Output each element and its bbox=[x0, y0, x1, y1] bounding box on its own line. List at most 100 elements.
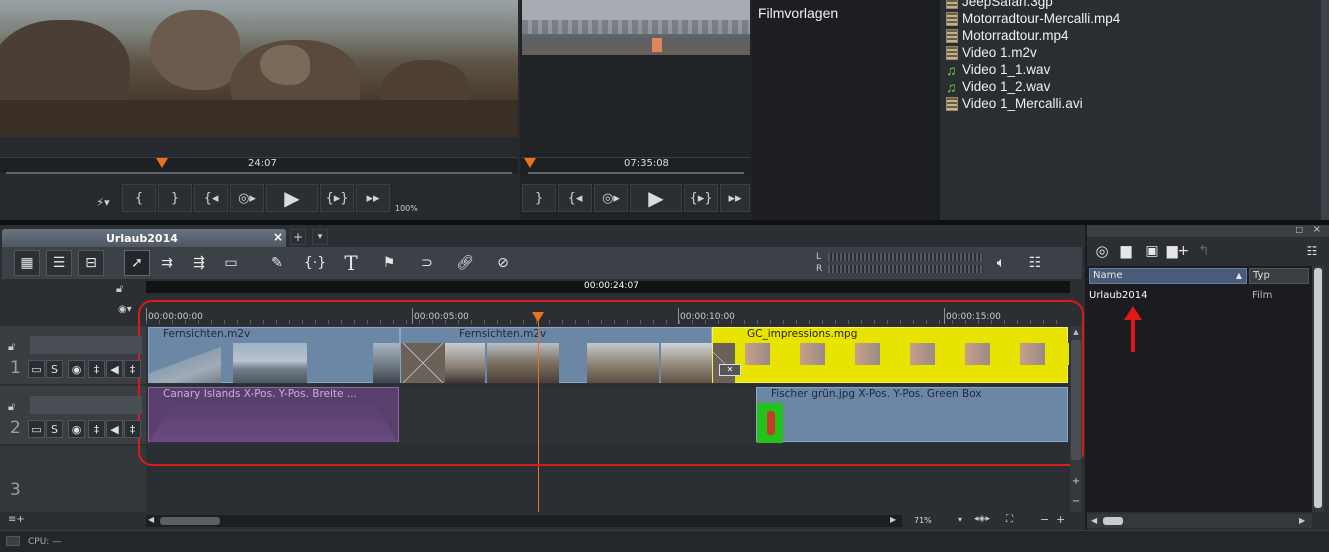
speaker-icon[interactable]: ◀ bbox=[106, 360, 123, 378]
link-icon[interactable]: 🔗︎ bbox=[452, 250, 478, 276]
view-options-icon[interactable]: ☷ bbox=[1299, 238, 1325, 264]
media-file-item[interactable]: ♫ Video 1_1.wav bbox=[946, 61, 1050, 78]
media-scrollbar[interactable] bbox=[1321, 0, 1329, 220]
row-name: Urlaub2014 bbox=[1089, 290, 1148, 301]
column-name-label: Name bbox=[1093, 270, 1123, 281]
add-track-icon[interactable]: ≡+ bbox=[8, 514, 25, 525]
r-prev-marker-button[interactable]: {◂ bbox=[558, 184, 592, 212]
r-mark-out-button[interactable]: } bbox=[522, 184, 556, 212]
zoom-out-icon[interactable]: − bbox=[1040, 513, 1049, 526]
pointer-icon[interactable]: ➚ bbox=[124, 250, 150, 276]
close-panel-icon[interactable]: × bbox=[1313, 224, 1321, 235]
media-file-item[interactable]: JeepSafari.3gp bbox=[946, 0, 1053, 10]
flag-icon[interactable]: ⚑ bbox=[376, 250, 402, 276]
zoom-in-icon[interactable]: + bbox=[1056, 513, 1065, 526]
manager-titlebar: □ × bbox=[1087, 224, 1329, 237]
volume-slider-icon[interactable]: ‡ bbox=[124, 360, 141, 378]
mode-button[interactable]: ⚡▾ bbox=[88, 193, 118, 211]
track-toggle-button[interactable]: ▭ bbox=[28, 420, 45, 438]
zoom-all-icon[interactable]: ⛶ bbox=[1006, 514, 1013, 525]
lock-icon[interactable]: 🔓︎ bbox=[8, 400, 15, 414]
table-row[interactable]: Urlaub2014 Film bbox=[1089, 290, 1309, 304]
range-icon[interactable]: ▭ bbox=[218, 250, 244, 276]
title-icon[interactable]: T bbox=[338, 250, 364, 276]
lock-icon[interactable]: 🔓︎ bbox=[8, 340, 15, 354]
add-icon[interactable]: ▆+ bbox=[1165, 238, 1191, 264]
eye-icon[interactable]: ◉ bbox=[68, 420, 85, 438]
right-preview-video[interactable] bbox=[522, 0, 750, 55]
volume-slider-icon[interactable]: ‡ bbox=[124, 420, 141, 438]
right-playhead-marker[interactable] bbox=[524, 158, 536, 168]
prev-marker-button[interactable]: {◂ bbox=[194, 184, 228, 212]
tab-menu-button[interactable]: ▾ bbox=[312, 229, 328, 245]
mark-out-button[interactable]: } bbox=[158, 184, 192, 212]
r-play-range-button[interactable]: {▸} bbox=[684, 184, 718, 212]
column-header-typ[interactable]: Typ bbox=[1249, 268, 1309, 284]
zoom-value[interactable]: 71% bbox=[914, 516, 932, 525]
mixer-icon[interactable]: ☷ bbox=[1022, 250, 1048, 276]
project-tab[interactable]: Urlaub2014 × bbox=[2, 229, 286, 247]
media-file-item[interactable]: Video 1_Mercalli.avi bbox=[946, 95, 1083, 112]
maximize-icon[interactable]: □ bbox=[1295, 225, 1303, 234]
loop-button[interactable]: ◎▸ bbox=[230, 184, 264, 212]
marker-range-icon[interactable]: {·} bbox=[302, 250, 328, 276]
multitrack-ripple-icon[interactable]: ⇶ bbox=[186, 250, 212, 276]
back-icon[interactable]: ↰ bbox=[1191, 238, 1217, 264]
save-icon[interactable]: ▣ bbox=[1139, 238, 1165, 264]
zoom-fit-icon[interactable]: ◂◈▸ bbox=[974, 514, 990, 524]
r-loop-button[interactable]: ◎▸ bbox=[594, 184, 628, 212]
timeline-toolbar: ▦ ☰ ⊟ ➚ ⇉ ⇶ ▭ ✎ {·} T ⚑ ⊃ 🔗︎ ⊘ LR 🔈︎ ☷ bbox=[2, 247, 1082, 279]
timeline-time-bar: 00:00:24:07 bbox=[146, 281, 1070, 293]
annotation-arrow bbox=[1124, 306, 1144, 352]
history-icon[interactable]: ◎ bbox=[1089, 238, 1115, 264]
list-view-icon[interactable]: ☰ bbox=[46, 250, 72, 276]
solo-button[interactable]: S bbox=[46, 420, 63, 438]
media-file-name: Motorradtour-Mercalli.mp4 bbox=[962, 11, 1121, 26]
left-zoom[interactable]: 100% bbox=[395, 204, 418, 213]
media-file-item[interactable]: ♫ Video 1_2.wav bbox=[946, 78, 1050, 95]
left-timecode: 24:07 bbox=[248, 158, 277, 169]
mark-in-button[interactable]: { bbox=[122, 184, 156, 212]
razor-icon[interactable]: ✎ bbox=[264, 250, 290, 276]
folder-filmvorlagen[interactable]: Filmvorlagen bbox=[758, 5, 838, 21]
timeline-view-icon[interactable]: ⊟ bbox=[78, 250, 104, 276]
unlink-icon[interactable]: ⊘ bbox=[490, 250, 516, 276]
timeline-horizontal-scrollbar[interactable]: ◀ ▶ bbox=[146, 515, 902, 527]
audio-meter: LR bbox=[816, 251, 986, 275]
left-playhead-marker[interactable] bbox=[156, 158, 168, 168]
timeline-vertical-scrollbar[interactable]: ▲ + − bbox=[1070, 326, 1082, 512]
r-next-marker-button[interactable]: ▸▸ bbox=[720, 184, 750, 212]
play-button[interactable]: ▶ bbox=[266, 184, 318, 212]
manager-scrollbar[interactable] bbox=[1312, 266, 1324, 512]
row-type: Film bbox=[1252, 290, 1273, 301]
solo-button[interactable]: S bbox=[46, 360, 63, 378]
loop-icon[interactable]: ⊃ bbox=[414, 250, 440, 276]
left-preview-video[interactable] bbox=[0, 0, 518, 137]
volume-icon[interactable]: 🔈︎ bbox=[988, 250, 1014, 276]
next-marker-button[interactable]: ▸▸ bbox=[356, 184, 390, 212]
lock-all-icon[interactable]: 🔓︎ bbox=[116, 282, 123, 296]
eye-icon[interactable]: ◉ bbox=[68, 360, 85, 378]
pan-icon[interactable]: ‡ bbox=[88, 420, 105, 438]
speaker-icon[interactable]: ◀ bbox=[106, 420, 123, 438]
add-tab-button[interactable]: + bbox=[290, 229, 306, 245]
media-file-item[interactable]: Video 1.m2v bbox=[946, 44, 1037, 61]
zoom-dropdown-icon[interactable]: ▾ bbox=[958, 515, 962, 524]
video-file-icon bbox=[946, 0, 958, 9]
column-header-name[interactable]: Name ▲ bbox=[1089, 268, 1247, 284]
r-play-button[interactable]: ▶ bbox=[630, 184, 682, 212]
media-file-item[interactable]: Motorradtour.mp4 bbox=[946, 27, 1069, 44]
visibility-all-icon[interactable]: ◉▾ bbox=[118, 304, 132, 315]
folder-icon[interactable]: ▆ bbox=[1113, 238, 1139, 264]
media-file-item[interactable]: Motorradtour-Mercalli.mp4 bbox=[946, 10, 1120, 27]
manager-h-scrollbar[interactable]: ◀ ▶ bbox=[1087, 514, 1312, 528]
close-icon[interactable]: × bbox=[273, 230, 283, 244]
track-toggle-button[interactable]: ▭ bbox=[28, 360, 45, 378]
pan-icon[interactable]: ‡ bbox=[88, 360, 105, 378]
track-name-field[interactable] bbox=[30, 336, 142, 354]
storyboard-icon[interactable]: ▦ bbox=[14, 250, 40, 276]
track-name-field[interactable] bbox=[30, 396, 142, 414]
ripple-icon[interactable]: ⇉ bbox=[154, 250, 180, 276]
media-file-name: Video 1_2.wav bbox=[962, 79, 1051, 94]
play-range-button[interactable]: {▸} bbox=[320, 184, 354, 212]
